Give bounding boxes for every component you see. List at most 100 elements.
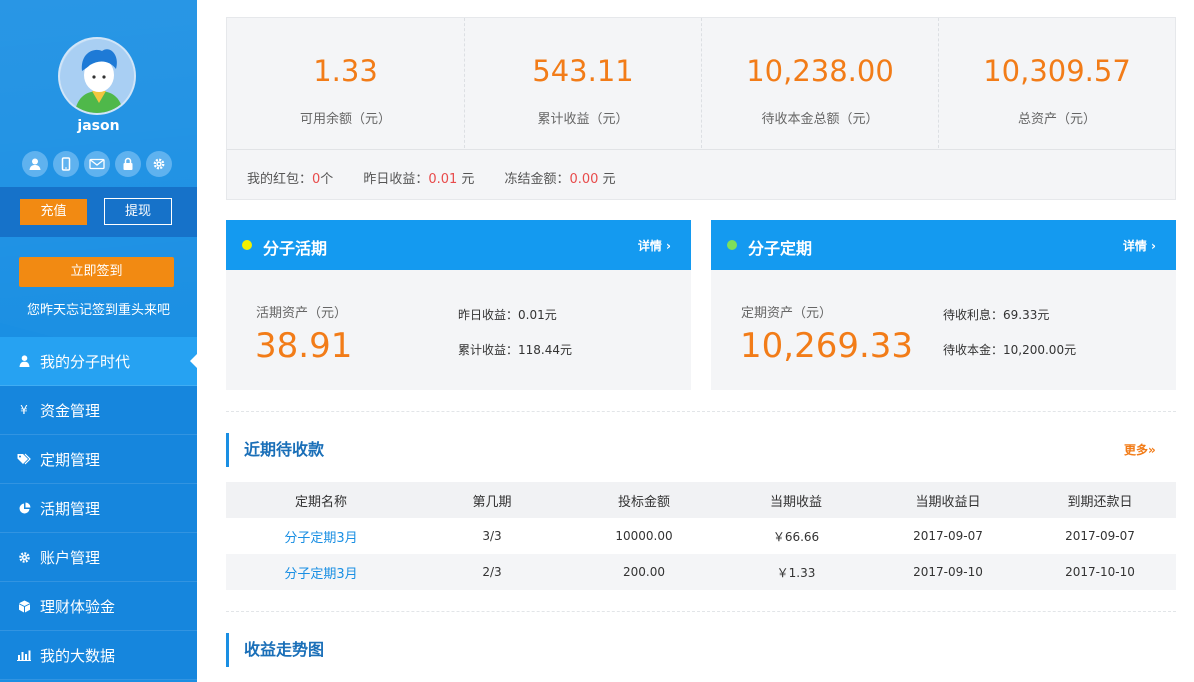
sign-in-button[interactable]: 立即签到: [19, 257, 174, 287]
cube-icon: [17, 600, 31, 613]
sidebar-item-label: 资金管理: [40, 401, 101, 420]
gear-icon[interactable]: [146, 151, 172, 177]
table-cell: 2017-10-10: [1024, 554, 1176, 590]
sidebar-item-fixed[interactable]: 定期管理: [0, 435, 197, 484]
card-title: 分子活期: [263, 239, 328, 258]
asset-value: 38.91: [255, 326, 353, 366]
current-product-card: 分子活期 详情 › 活期资产（元） 38.91 昨日收益：0.01元 累计收益：…: [226, 220, 691, 390]
bar-chart-icon: [17, 649, 31, 661]
pending-principal: 待收本金：10,200.00元: [943, 343, 1077, 357]
frozen-value: 0.00: [569, 172, 599, 187]
frozen-label: 冻结金额：: [504, 172, 570, 187]
sidebar: jason 充值 提现 立即签到 您昨天忘记签到重头来吧 我的分子时代 ¥ 资金…: [0, 0, 197, 682]
table-cell: 10000.00: [615, 529, 673, 543]
redpack-unit: 个: [320, 172, 334, 187]
avatar-illustration-icon: [60, 39, 134, 113]
redpack-label: 我的红包：: [247, 172, 313, 187]
stat-value: 10,309.57: [983, 54, 1131, 88]
table-cell: 2/3: [416, 554, 568, 590]
lock-icon[interactable]: [115, 151, 141, 177]
accumulated-income: 累计收益：118.44元: [458, 343, 572, 357]
avatar[interactable]: [58, 37, 136, 115]
redpack-info[interactable]: 我的红包：0个: [247, 168, 333, 187]
sidebar-item-label: 账户管理: [40, 548, 101, 567]
summary-divider: [227, 149, 1175, 150]
asset-label: 活期资产（元）: [256, 306, 348, 321]
pending-interest: 待收利息：69.33元: [943, 308, 1050, 322]
column-header: 当期收益日: [872, 482, 1024, 518]
stat-label: 待收本金总额（元）: [761, 112, 879, 127]
table-cell: ￥1.33: [720, 554, 872, 590]
stat-value: 1.33: [313, 54, 378, 88]
table-cell: 200.00: [568, 554, 720, 590]
product-name-link[interactable]: 分子定期3月: [226, 518, 416, 554]
stat-label: 总资产（元）: [1017, 112, 1096, 127]
charge-button[interactable]: 充值: [20, 199, 87, 225]
sidebar-item-label: 定期管理: [40, 450, 101, 469]
yesterday-label: 昨日收益：: [363, 172, 429, 187]
sidebar-item-my-account[interactable]: 我的分子时代: [0, 337, 197, 386]
product-name-link[interactable]: 分子定期3月: [226, 554, 416, 590]
card-title: 分子定期: [748, 239, 813, 258]
yesterday-income-info: 昨日收益：0.01 元: [363, 168, 474, 187]
table-cell: ￥66.66: [772, 529, 820, 544]
table-row: 分子定期3月 3/3 10000.00 ￥66.66 2017-09-07 20…: [226, 518, 1176, 554]
sidebar-item-funds[interactable]: ¥ 资金管理: [0, 386, 197, 435]
fixed-product-card: 分子定期 详情 › 定期资产（元） 10,269.33 待收利息：69.33元 …: [711, 220, 1176, 390]
receivables-table: 定期名称 第几期 投标金额 当期收益 当期收益日 到期还款日 分子定期3月 3/…: [226, 482, 1176, 590]
phone-icon[interactable]: [53, 151, 79, 177]
stat-value: 10,238.00: [746, 54, 894, 88]
column-header: 定期名称: [226, 482, 416, 518]
stat-available-balance: 1.33 可用余额（元）: [227, 18, 464, 148]
section-divider: [226, 411, 1176, 412]
receivables-title: 近期待收款: [226, 433, 324, 467]
sidebar-nav: 我的分子时代 ¥ 资金管理 定期管理 活期管理 账户管理 理财体验金 我的大数据: [0, 337, 197, 680]
stat-total-assets: 10,309.57 总资产（元）: [938, 18, 1175, 148]
stat-total-income: 543.11 累计收益（元）: [464, 18, 701, 148]
sidebar-item-trial-fund[interactable]: 理财体验金: [0, 582, 197, 631]
table-cell: 2017-09-07: [913, 529, 983, 543]
yesterday-value: 0.01: [428, 172, 458, 187]
user-icon: [17, 355, 31, 367]
sidebar-item-big-data[interactable]: 我的大数据: [0, 631, 197, 680]
frozen-unit: 元: [602, 172, 616, 187]
asset-label: 定期资产（元）: [741, 306, 833, 321]
yesterday-unit: 元: [461, 172, 475, 187]
sidebar-item-label: 理财体验金: [40, 597, 116, 616]
table-row: 分子定期3月 2/3 200.00 ￥1.33 2017-09-10 2017-…: [226, 554, 1176, 590]
withdraw-button[interactable]: 提现: [104, 198, 172, 225]
trend-title: 收益走势图: [226, 633, 324, 667]
column-header: 到期还款日: [1024, 482, 1176, 518]
frozen-amount-info: 冻结金额：0.00 元: [504, 168, 615, 187]
sidebar-item-label: 我的分子时代: [40, 352, 131, 371]
card-header: 分子活期 详情 ›: [226, 220, 691, 270]
yesterday-income: 昨日收益：0.01元: [458, 308, 557, 322]
section-divider: [226, 611, 1176, 612]
table-header-row: 定期名称 第几期 投标金额 当期收益 当期收益日 到期还款日: [226, 482, 1176, 518]
status-dot-icon: [727, 240, 737, 250]
sidebar-item-current[interactable]: 活期管理: [0, 484, 197, 533]
sign-in-tip: 您昨天忘记签到重头来吧: [26, 303, 170, 318]
column-header: 投标金额: [568, 482, 720, 518]
sidebar-item-label: 活期管理: [40, 499, 101, 518]
profile-panel: jason: [0, 0, 197, 187]
sidebar-item-label: 我的大数据: [40, 646, 116, 665]
fund-actions: 充值 提现: [0, 187, 197, 237]
tag-icon: [17, 453, 31, 465]
fixed-detail-link[interactable]: 详情 ›: [1123, 237, 1156, 254]
quick-icons: [22, 151, 172, 177]
current-detail-link[interactable]: 详情 ›: [638, 237, 671, 254]
mail-icon[interactable]: [84, 151, 110, 177]
column-header: 第几期: [416, 482, 568, 518]
stat-label: 累计收益（元）: [537, 112, 629, 127]
stat-label: 可用余额（元）: [299, 112, 391, 127]
username: jason: [77, 118, 120, 134]
summary-extras: 我的红包：0个 昨日收益：0.01 元 冻结金额：0.00 元: [247, 168, 616, 187]
receivables-more-link[interactable]: 更多»: [1124, 441, 1156, 458]
sidebar-item-account[interactable]: 账户管理: [0, 533, 197, 582]
status-dot-icon: [242, 240, 252, 250]
user-icon[interactable]: [22, 151, 48, 177]
pie-chart-icon: [17, 502, 31, 515]
table-cell: 3/3: [482, 529, 502, 543]
stat-value: 543.11: [532, 54, 634, 88]
